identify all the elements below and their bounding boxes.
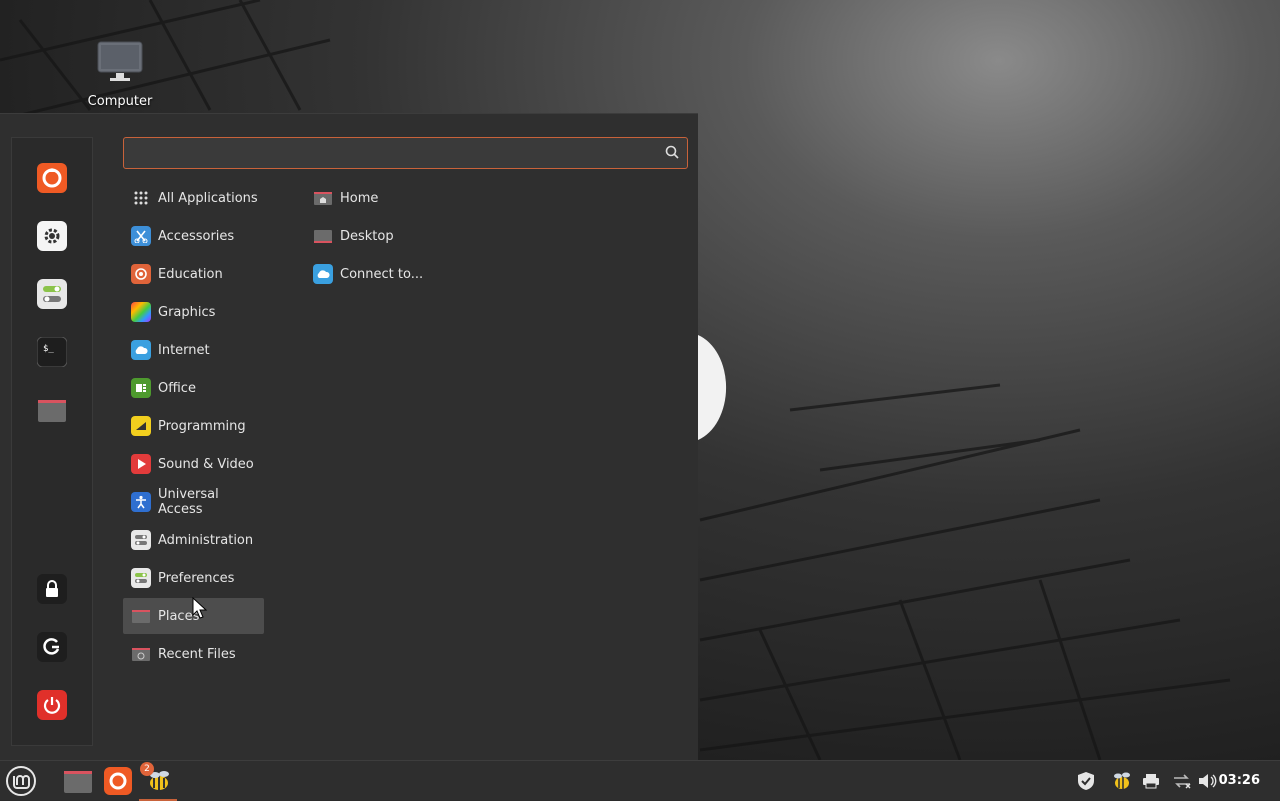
mouse-cursor	[192, 597, 208, 619]
search-icon[interactable]	[665, 145, 679, 159]
category-office[interactable]: Office	[123, 370, 264, 406]
software-manager-icon	[37, 279, 67, 309]
category-administration[interactable]: Administration	[123, 522, 264, 558]
desktop-folder-icon	[313, 226, 333, 246]
firefox-icon	[104, 767, 132, 795]
taskbar-bee-app[interactable]: 2	[139, 761, 177, 801]
category-label: Universal Access	[158, 487, 219, 517]
printer-icon	[1143, 774, 1159, 789]
favorite-firefox[interactable]	[37, 163, 67, 193]
cloud-icon	[131, 340, 151, 360]
computer-desktop-icon[interactable]: Computer	[84, 40, 156, 109]
terminal-icon: $_	[37, 337, 67, 367]
shield-check-icon	[1078, 772, 1094, 790]
bee-icon	[1114, 772, 1130, 789]
category-graphics[interactable]: Graphics	[123, 294, 264, 330]
category-programming[interactable]: Programming	[123, 408, 264, 444]
tray-volume[interactable]	[1197, 761, 1219, 801]
place-label: Connect to...	[340, 266, 424, 282]
place-connect-to[interactable]: Connect to...	[305, 256, 465, 292]
firefox-icon	[37, 163, 67, 193]
category-label: Recent Files	[158, 646, 236, 662]
category-label: Office	[158, 380, 196, 396]
place-label: Home	[340, 190, 379, 206]
place-desktop[interactable]: Desktop	[305, 218, 465, 254]
notification-badge: 2	[140, 762, 154, 776]
tray-network[interactable]	[1170, 761, 1194, 801]
category-label: Accessories	[158, 228, 235, 244]
lock-icon	[37, 574, 67, 604]
graphics-icon	[131, 302, 151, 322]
folder-icon	[131, 606, 151, 626]
category-label: Administration	[158, 532, 254, 548]
toggles-icon	[131, 530, 151, 550]
favorites-sidebar: $_	[11, 137, 93, 746]
category-label: Internet	[158, 342, 210, 358]
place-label: Desktop	[340, 228, 394, 244]
category-recent-files[interactable]: Recent Files	[123, 636, 264, 672]
taskbar: 2 03:26	[0, 760, 1280, 801]
wallpaper-logo-fragment	[698, 335, 727, 440]
favorite-terminal[interactable]: $_	[37, 337, 67, 367]
cloud-icon	[313, 264, 333, 284]
scissors-icon	[131, 226, 151, 246]
shutdown-button[interactable]	[37, 690, 67, 720]
svg-text:$_: $_	[43, 344, 54, 354]
category-label: All Applications	[158, 190, 258, 206]
search-input[interactable]	[130, 143, 654, 165]
category-label: Sound & Video	[158, 456, 254, 472]
mint-logo-icon	[6, 766, 36, 796]
category-preferences[interactable]: Preferences	[123, 560, 264, 596]
logout-button[interactable]	[37, 632, 67, 662]
category-all-applications[interactable]: All Applications	[123, 180, 264, 216]
education-icon	[131, 264, 151, 284]
logout-icon	[37, 632, 67, 662]
volume-icon	[1199, 774, 1217, 788]
programming-icon	[131, 416, 151, 436]
category-label: Education	[158, 266, 223, 282]
menu-button[interactable]	[0, 761, 42, 801]
menu-search-box[interactable]	[123, 137, 688, 169]
tray-bee-app[interactable]	[1108, 761, 1134, 801]
clock[interactable]: 03:26	[1219, 761, 1260, 801]
taskbar-firefox[interactable]	[101, 761, 135, 801]
application-menu: $_ All Applications Accessories Educatio…	[0, 113, 698, 760]
category-internet[interactable]: Internet	[123, 332, 264, 368]
files-icon	[38, 400, 66, 422]
recent-folder-icon	[131, 644, 151, 664]
home-folder-icon	[313, 188, 333, 208]
category-education[interactable]: Education	[123, 256, 264, 292]
play-icon	[131, 454, 151, 474]
office-icon	[131, 378, 151, 398]
place-home[interactable]: Home	[305, 180, 465, 216]
category-label: Preferences	[158, 570, 235, 586]
favorite-software-manager[interactable]	[37, 279, 67, 309]
monitor-icon	[97, 41, 143, 81]
category-label: Graphics	[158, 304, 216, 320]
tray-printer[interactable]	[1140, 761, 1162, 801]
category-universal-access[interactable]: Universal Access	[123, 484, 264, 520]
grid-icon	[131, 188, 151, 208]
settings-icon	[37, 221, 67, 251]
favorite-settings[interactable]	[37, 221, 67, 251]
favorite-files[interactable]	[37, 395, 67, 425]
tray-shield[interactable]	[1074, 761, 1098, 801]
category-accessories[interactable]: Accessories	[123, 218, 264, 254]
files-icon	[64, 771, 92, 793]
power-icon	[37, 690, 67, 720]
network-disconnected-icon	[1174, 774, 1191, 789]
taskbar-files[interactable]	[60, 761, 96, 801]
computer-label: Computer	[87, 94, 153, 109]
category-sound-video[interactable]: Sound & Video	[123, 446, 264, 482]
toggles-green-icon	[131, 568, 151, 588]
lock-screen-button[interactable]	[37, 574, 67, 604]
accessibility-icon	[131, 492, 151, 512]
category-label: Programming	[158, 418, 246, 434]
